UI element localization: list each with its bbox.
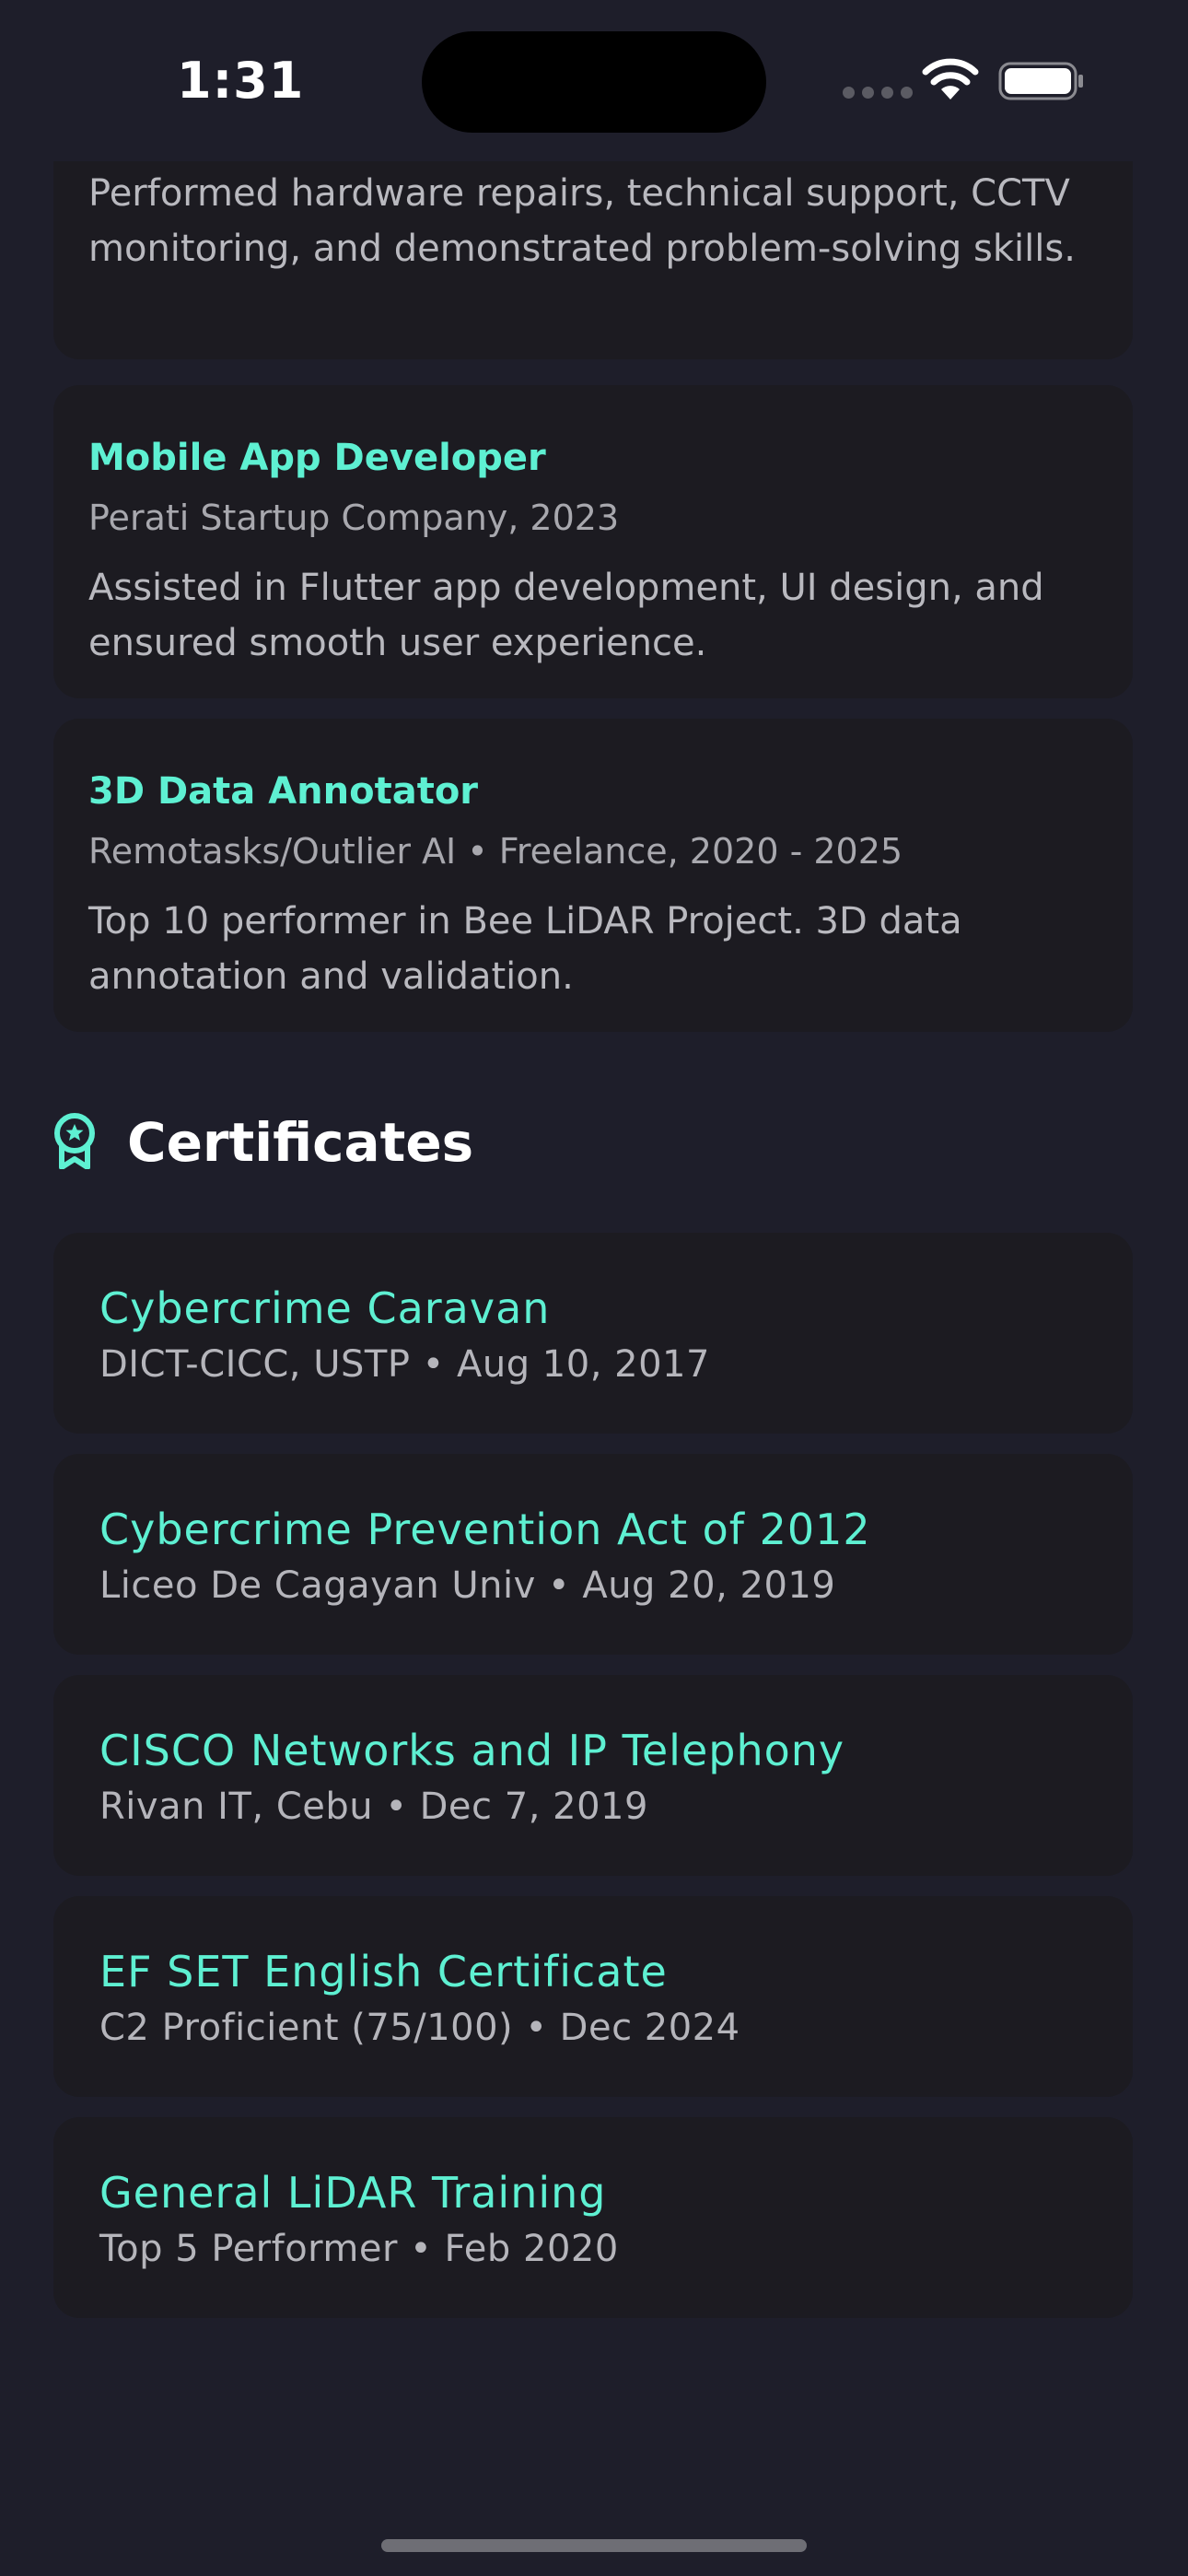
wifi-icon [922,58,979,100]
certificate-title: EF SET English Certificate [99,1947,668,1996]
certificate-card[interactable]: General LiDAR Training Top 5 Performer •… [53,2117,1133,2318]
experience-title: Mobile App Developer [88,437,546,479]
certificate-subtitle: Liceo De Cagayan Univ • Aug 20, 2019 [99,1564,836,1607]
experience-card: Mobile App Developer Perati Startup Comp… [53,385,1133,698]
certificate-subtitle: Rivan IT, Cebu • Dec 7, 2019 [99,1786,648,1828]
section-title: Certificates [127,1111,474,1174]
certificate-card[interactable]: CISCO Networks and IP Telephony Rivan IT… [53,1675,1133,1876]
experience-subtitle: Perati Startup Company, 2023 [88,498,620,538]
award-badge-icon [53,1112,96,1173]
home-indicator[interactable] [381,2539,807,2552]
certificate-title: CISCO Networks and IP Telephony [99,1726,845,1775]
experience-description: Performed hardware repairs, technical su… [88,172,1076,270]
certificates-header: Certificates [53,1111,473,1174]
certificate-card[interactable]: Cybercrime Caravan DICT-CICC, USTP • Aug… [53,1233,1133,1434]
experience-description: Assisted in Flutter app development, UI … [88,567,1044,664]
experience-subtitle: Remotasks/Outlier AI • Freelance, 2020 -… [88,831,903,872]
certificate-subtitle: C2 Proficient (75/100) • Dec 2024 [99,2007,740,2049]
certificate-subtitle: Top 5 Performer • Feb 2020 [99,2228,619,2270]
experience-title: 3D Data Annotator [88,770,479,813]
certificate-card[interactable]: Cybercrime Prevention Act of 2012 Liceo … [53,1454,1133,1655]
certificate-title: Cybercrime Prevention Act of 2012 [99,1505,871,1554]
certificate-card[interactable]: EF SET English Certificate C2 Proficient… [53,1896,1133,2097]
certificate-title: General LiDAR Training [99,2168,607,2218]
certificate-title: Cybercrime Caravan [99,1283,551,1333]
certificate-subtitle: DICT-CICC, USTP • Aug 10, 2017 [99,1343,710,1386]
experience-description: Top 10 performer in Bee LiDAR Project. 3… [88,900,962,998]
status-time: 1:31 [177,52,305,110]
dynamic-island [422,31,766,133]
status-bar: 1:31 [0,0,1188,161]
cellular-signal-icon [843,87,913,99]
experience-card: 3D Data Annotator Remotasks/Outlier AI •… [53,719,1133,1032]
battery-icon [998,62,1083,100]
portfolio-screen: Performed hardware repairs, technical su… [0,0,1188,2576]
